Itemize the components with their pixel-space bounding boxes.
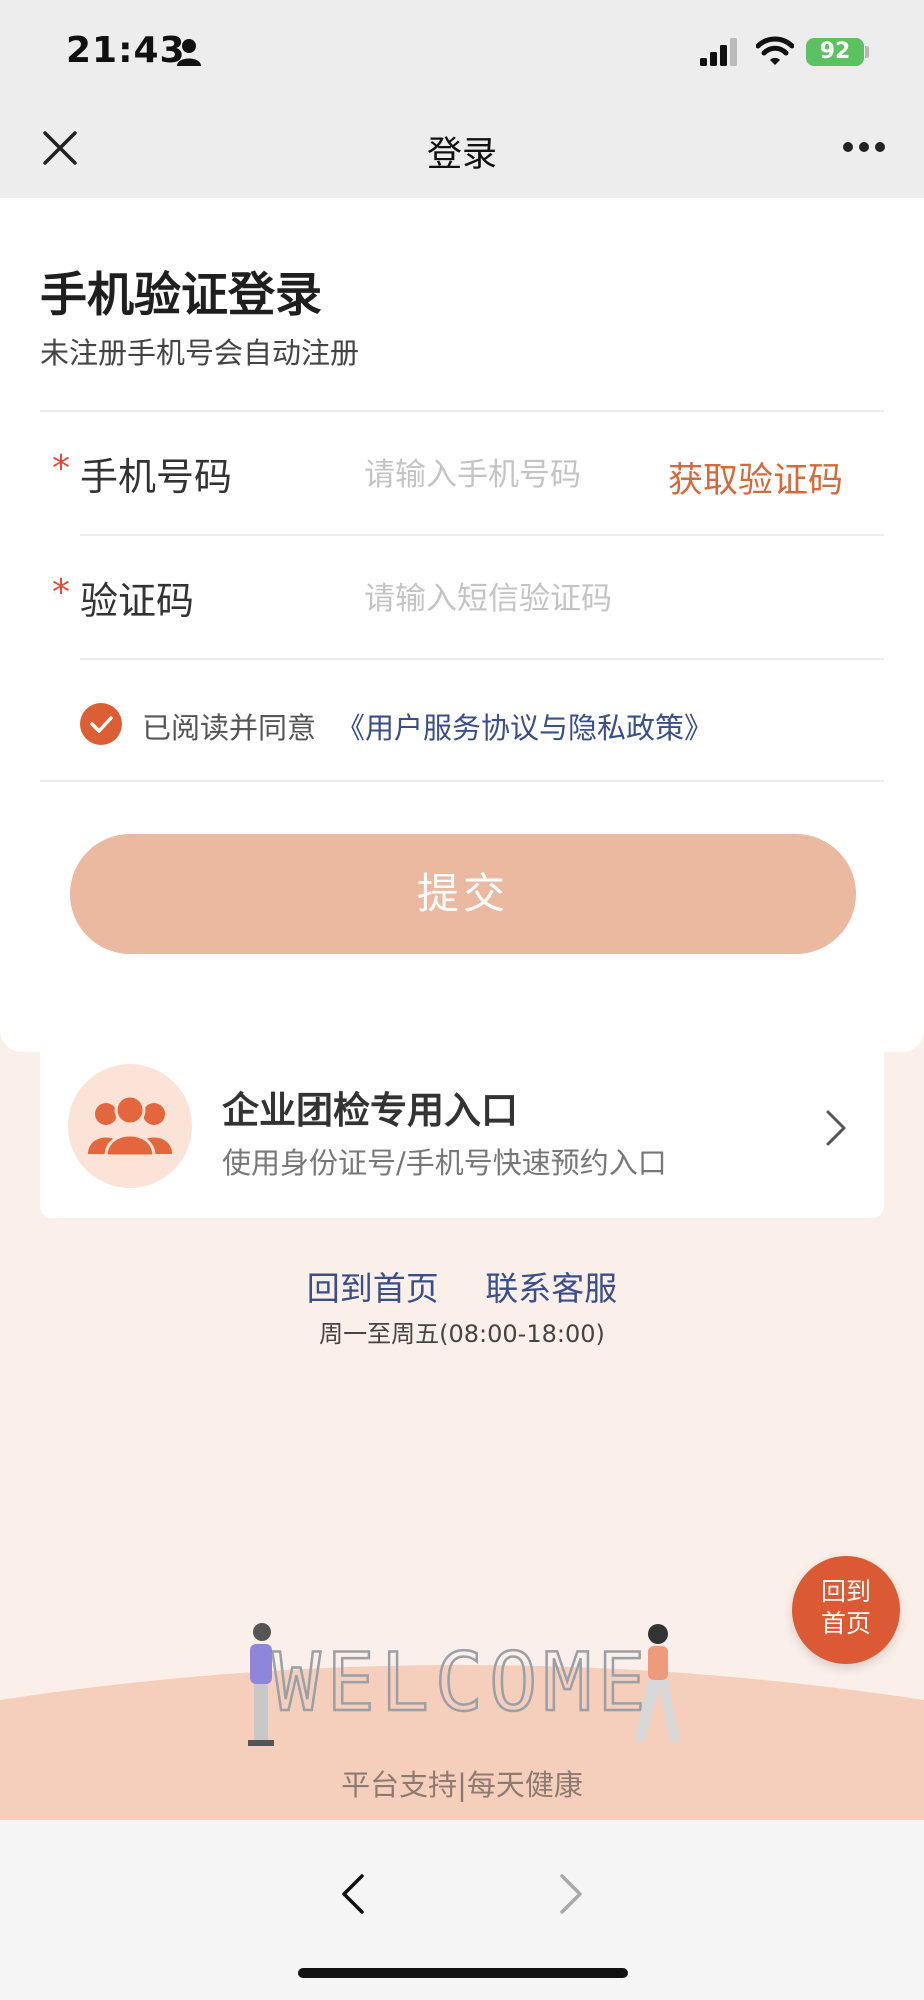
login-title: 手机验证登录 [40,268,322,323]
group-users-icon [88,1094,172,1158]
status-time: 21:43 [66,30,186,71]
welcome-text: WELCOME [272,1636,651,1729]
verification-code-input[interactable] [364,574,864,624]
slogan: 平台支持|每天健康 [341,1768,583,1802]
agreement-checkbox[interactable] [80,703,122,745]
agreement-link[interactable]: 《用户服务协议与隐私政策》 [336,705,713,747]
back-to-home-line1: 回到 [820,1577,871,1606]
enterprise-entry-subtitle: 使用身份证号/手机号快速预约入口 [222,1146,667,1180]
phone-label: 手机号码 [80,455,233,499]
page-title: 登录 [426,135,497,175]
wifi-icon [756,36,794,65]
signal-icon [700,38,737,66]
required-mark: * [52,448,70,489]
person-icon [177,39,201,66]
agreement-text: 已阅读并同意 [142,711,317,745]
get-code-button[interactable]: 获取验证码 [668,452,843,503]
footer-links: 回到首页 联系客服 [0,1262,924,1310]
divider [80,534,884,536]
home-link[interactable]: 回到首页 [307,1269,439,1308]
bottom-toolbar [0,1820,924,2000]
required-mark: * [52,572,70,613]
home-indicator [298,1968,628,1978]
submit-button[interactable]: 提交 [70,834,856,954]
enterprise-entry-title: 企业团检专用入口 [222,1089,518,1132]
login-card: 手机验证登录 未注册手机号会自动注册 * 手机号码 获取验证码 * 验证码 已阅… [0,198,924,1052]
forward-arrow-icon[interactable] [556,1872,586,1916]
battery-indicator: 92 [806,38,864,66]
group-avatar [68,1064,192,1188]
top-bar: 21:43 92 登录 [0,0,924,198]
divider [40,780,884,782]
login-subtitle: 未注册手机号会自动注册 [40,336,360,370]
divider [80,658,884,660]
chevron-right-icon [826,1110,846,1146]
phone-input[interactable] [364,450,654,500]
back-arrow-icon[interactable] [338,1872,368,1916]
code-label: 验证码 [80,579,195,623]
enterprise-entry[interactable]: 企业团检专用入口 使用身份证号/手机号快速预约入口 [40,1052,884,1218]
back-to-home-line2: 首页 [820,1609,871,1638]
service-hours: 周一至周五(08:00-18:00) [319,1320,605,1348]
divider [40,410,884,412]
more-options-icon[interactable] [842,140,886,154]
back-to-home-button[interactable]: 回到 首页 [792,1556,900,1664]
contact-service-link[interactable]: 联系客服 [485,1269,617,1308]
checkmark-icon [90,716,113,733]
battery-tip [865,46,869,58]
